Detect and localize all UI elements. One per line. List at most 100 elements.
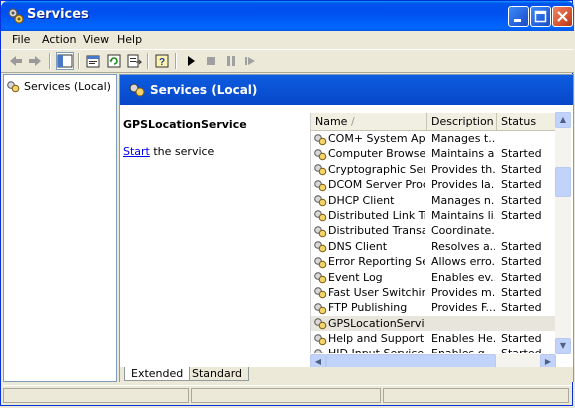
service-status-cell: Started bbox=[501, 208, 542, 222]
service-gears-icon bbox=[314, 195, 327, 207]
service-gears-icon bbox=[314, 210, 327, 222]
refresh-icon[interactable] bbox=[105, 52, 123, 70]
service-name: Computer Browser bbox=[328, 147, 425, 161]
service-name-cell: Fast User Switching... bbox=[313, 285, 425, 300]
service-status-cell: Started bbox=[501, 193, 542, 207]
column-header-status[interactable]: Status bbox=[497, 113, 561, 130]
console-tree: Services (Local) bbox=[3, 74, 117, 382]
title-bar[interactable]: Services bbox=[1, 1, 574, 31]
back-arrow-icon[interactable] bbox=[7, 52, 25, 70]
service-name-cell: Distributed Link Tra... bbox=[313, 208, 425, 223]
service-gears-icon bbox=[314, 179, 327, 191]
forward-arrow-icon[interactable] bbox=[26, 52, 44, 70]
service-name: Distributed Transac... bbox=[328, 224, 425, 238]
service-name-cell: Cryptographic Servi... bbox=[313, 162, 425, 177]
menu-help[interactable]: Help bbox=[117, 33, 142, 46]
toolbar: ? bbox=[1, 49, 574, 73]
service-row[interactable]: FTP Publishing Provides F... Started bbox=[311, 300, 561, 315]
status-cell bbox=[3, 388, 189, 403]
service-row[interactable]: Distributed Link Tra... Maintains li... St… bbox=[311, 208, 561, 223]
service-name-cell: Help and Support bbox=[313, 331, 425, 346]
pause-icon[interactable] bbox=[222, 52, 240, 70]
services-window: Services File Action View Help ? Service… bbox=[0, 0, 574, 406]
service-gears-icon bbox=[314, 164, 327, 176]
column-header-name[interactable]: Name / bbox=[311, 113, 427, 130]
chevron-down-icon: ▼ bbox=[559, 341, 567, 350]
service-row[interactable]: HID Input Service Enables g... Started bbox=[311, 346, 561, 353]
service-description-cell: Provides th... bbox=[431, 162, 495, 176]
properties-icon[interactable] bbox=[84, 52, 102, 70]
tree-item-services-local[interactable]: Services (Local) bbox=[6, 78, 111, 94]
start-service-line: Start the service bbox=[123, 145, 214, 158]
service-row[interactable]: Computer Browser Maintains a... Started bbox=[311, 146, 561, 161]
service-status-cell: Started bbox=[501, 162, 542, 176]
service-gears-icon bbox=[314, 226, 327, 238]
scroll-down-button[interactable]: ▼ bbox=[555, 338, 571, 354]
close-button[interactable] bbox=[552, 6, 573, 27]
tab-extended[interactable]: Extended bbox=[124, 367, 191, 381]
service-name-cell: Computer Browser bbox=[313, 146, 425, 161]
service-name-cell: HID Input Service bbox=[313, 346, 425, 353]
service-description-cell: Provides F... bbox=[431, 301, 495, 315]
toolbar-separator bbox=[78, 53, 80, 69]
menu-file[interactable]: File bbox=[12, 33, 30, 46]
service-name: FTP Publishing bbox=[328, 301, 408, 315]
service-row[interactable]: DCOM Server Proce... Provides la... Starte… bbox=[311, 177, 561, 192]
maximize-icon bbox=[534, 10, 547, 23]
svg-text:?: ? bbox=[159, 57, 165, 68]
service-name: GPSLocationService bbox=[328, 316, 425, 330]
service-status-cell: Started bbox=[501, 147, 542, 161]
service-description-cell: Allows erro... bbox=[431, 255, 495, 269]
vertical-scrollbar[interactable]: ▲ ▼ bbox=[555, 112, 571, 354]
window-title: Services bbox=[27, 7, 89, 22]
menu-action[interactable]: Action bbox=[42, 33, 76, 46]
service-row[interactable]: Cryptographic Servi... Provides th... Star… bbox=[311, 162, 561, 177]
service-row[interactable]: Help and Support Enables He... Started bbox=[311, 331, 561, 346]
view-tabs: Extended Standard bbox=[120, 367, 573, 382]
stop-icon[interactable] bbox=[202, 52, 220, 70]
service-name: HID Input Service bbox=[328, 347, 424, 353]
service-gears-icon bbox=[314, 256, 327, 268]
service-description-cell: Maintains a... bbox=[431, 147, 495, 161]
service-description-cell: Maintains li... bbox=[431, 208, 495, 222]
service-row[interactable]: DNS Client Resolves a... Started bbox=[311, 239, 561, 254]
list-header: Name / Description Status bbox=[311, 113, 569, 131]
help-icon[interactable]: ? bbox=[153, 52, 171, 70]
service-name-cell: DNS Client bbox=[313, 239, 425, 254]
service-name-cell: DHCP Client bbox=[313, 193, 425, 208]
service-name: DCOM Server Proce... bbox=[328, 178, 425, 192]
service-row[interactable]: Event Log Enables ev... Started bbox=[311, 270, 561, 285]
menu-bar: File Action View Help bbox=[1, 31, 574, 49]
export-list-icon[interactable] bbox=[125, 52, 143, 70]
close-icon bbox=[557, 11, 568, 22]
service-name-cell: COM+ System Appli... bbox=[313, 131, 425, 146]
maximize-button[interactable] bbox=[530, 6, 551, 27]
show-hide-tree-button[interactable] bbox=[56, 52, 74, 70]
start-service-link[interactable]: Start bbox=[123, 145, 150, 158]
minimize-button[interactable] bbox=[508, 6, 529, 27]
service-gears-icon bbox=[314, 302, 327, 315]
minimize-icon bbox=[514, 19, 521, 22]
start-service-text: the service bbox=[149, 145, 215, 158]
service-gears-icon bbox=[314, 272, 327, 284]
service-name: Error Reporting Ser... bbox=[328, 255, 425, 269]
play-icon[interactable] bbox=[182, 52, 200, 70]
service-row[interactable]: COM+ System Appli... Manages t... bbox=[311, 131, 561, 146]
scroll-up-button[interactable]: ▲ bbox=[555, 112, 571, 128]
vertical-scroll-thumb[interactable] bbox=[555, 167, 571, 197]
status-cell bbox=[383, 388, 569, 403]
service-row[interactable]: Error Reporting Ser... Allows erro... Star… bbox=[311, 254, 561, 269]
service-row[interactable]: DHCP Client Manages n... Started bbox=[311, 193, 561, 208]
column-header-description[interactable]: Description bbox=[427, 113, 497, 130]
column-name-label: Name bbox=[315, 115, 348, 128]
restart-icon[interactable] bbox=[242, 52, 260, 70]
service-row[interactable]: GPSLocationService bbox=[311, 315, 561, 332]
service-row[interactable]: Distributed Transac... Coordinate... bbox=[311, 223, 561, 238]
tab-standard[interactable]: Standard bbox=[186, 367, 250, 381]
details-pane: Services (Local) GPSLocationService Star… bbox=[119, 74, 574, 382]
toolbar-separator bbox=[147, 53, 149, 69]
service-row[interactable]: Fast User Switching... Provides m... Start… bbox=[311, 285, 561, 300]
menu-view[interactable]: View bbox=[83, 33, 109, 46]
service-name-cell: DCOM Server Proce... bbox=[313, 177, 425, 192]
service-description-cell: Provides m... bbox=[431, 285, 495, 299]
